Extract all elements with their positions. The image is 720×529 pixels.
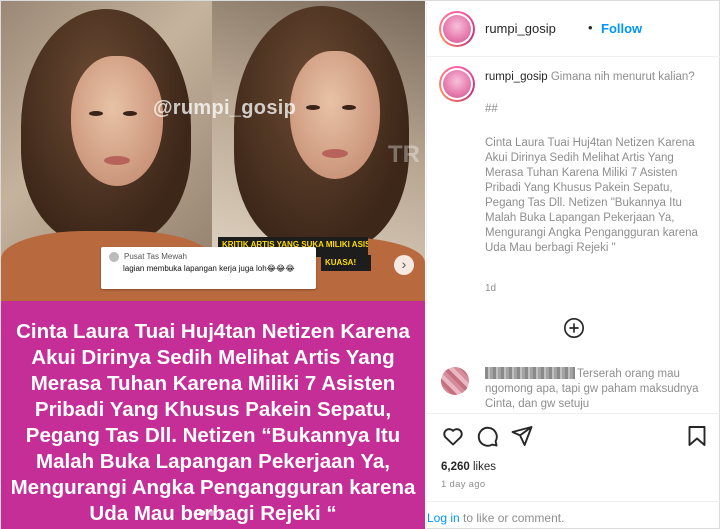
login-link[interactable]: Log in xyxy=(427,511,460,525)
avatar-image xyxy=(443,15,471,43)
embedded-comment-card: Pusat Tas Mewah lagian membuka lapangan … xyxy=(101,247,316,289)
likes-count[interactable]: 6,260 likes xyxy=(441,461,496,473)
comment-icon[interactable] xyxy=(475,424,499,448)
login-prompt-text: to like or comment. xyxy=(463,511,565,525)
eye-shape xyxy=(306,105,320,110)
action-bar xyxy=(427,413,720,453)
face-shape xyxy=(71,56,163,186)
caption-lead: rumpi_gosip Gimana nih menurut kalian? xyxy=(485,70,707,85)
commenter-username[interactable] xyxy=(485,367,575,379)
watermark-text: @rumpi_gosip xyxy=(153,97,297,119)
caption-hashtag: ## xyxy=(485,103,498,115)
eye-shape xyxy=(89,111,103,116)
post-sidebar: rumpi_gosip • Follow rumpi_gosip Gimana … xyxy=(426,1,720,529)
carousel-dots xyxy=(199,510,225,516)
likes-label: likes xyxy=(472,461,496,473)
carousel-dot xyxy=(209,510,215,516)
avatar[interactable] xyxy=(439,11,475,47)
caption-username[interactable]: rumpi_gosip xyxy=(485,71,548,83)
instagram-post-window: TR @rumpi_gosip KRITIK ARTIS YANG SUKA M… xyxy=(0,0,720,529)
caption-lead-text: Gimana nih menurut kalian? xyxy=(550,71,695,83)
lips-shape xyxy=(104,156,130,165)
face-shape xyxy=(290,51,380,179)
share-icon[interactable] xyxy=(510,424,534,448)
bookmark-icon[interactable] xyxy=(685,424,709,448)
heart-icon[interactable] xyxy=(441,424,465,448)
lips-shape xyxy=(322,149,348,158)
tr-watermark: TR xyxy=(388,141,420,168)
caption-time: 1d xyxy=(485,283,497,294)
load-more-icon[interactable] xyxy=(563,317,585,339)
post-time: 1 day ago xyxy=(441,479,486,490)
commenter-avatar[interactable] xyxy=(441,367,469,395)
caption-body: Cinta Laura Tuai Huj4tan Netizen Karena … xyxy=(485,137,698,254)
caption-avatar-image xyxy=(443,70,471,98)
likes-number: 6,260 xyxy=(441,461,470,473)
video-subtitle-line2: KUASA! xyxy=(321,255,371,271)
media-caption-text: Cinta Laura Tuai Huj4tan Netizen Karena … xyxy=(10,320,416,525)
eye-shape xyxy=(342,105,356,110)
embedded-comment-text: lagian membuka lapangan kerja juga loh😂😂… xyxy=(123,264,295,273)
header-separator: • xyxy=(588,20,593,35)
comments-panel[interactable]: rumpi_gosip Gimana nih menurut kalian? #… xyxy=(427,58,720,410)
chevron-right-icon[interactable]: › xyxy=(394,255,414,275)
header-username[interactable]: rumpi_gosip xyxy=(485,21,556,36)
follow-button[interactable]: Follow xyxy=(601,21,642,36)
carousel-dot xyxy=(219,510,225,516)
post-header: rumpi_gosip • Follow xyxy=(427,1,720,57)
login-prompt: Log in to like or comment. xyxy=(427,501,720,529)
embedded-comment-user: Pusat Tas Mewah xyxy=(124,252,187,261)
carousel-dot xyxy=(199,510,205,516)
caption-avatar[interactable] xyxy=(439,66,475,102)
eye-shape xyxy=(123,111,137,116)
embedded-comment-avatar xyxy=(109,252,119,262)
post-media[interactable]: TR @rumpi_gosip KRITIK ARTIS YANG SUKA M… xyxy=(1,1,425,529)
